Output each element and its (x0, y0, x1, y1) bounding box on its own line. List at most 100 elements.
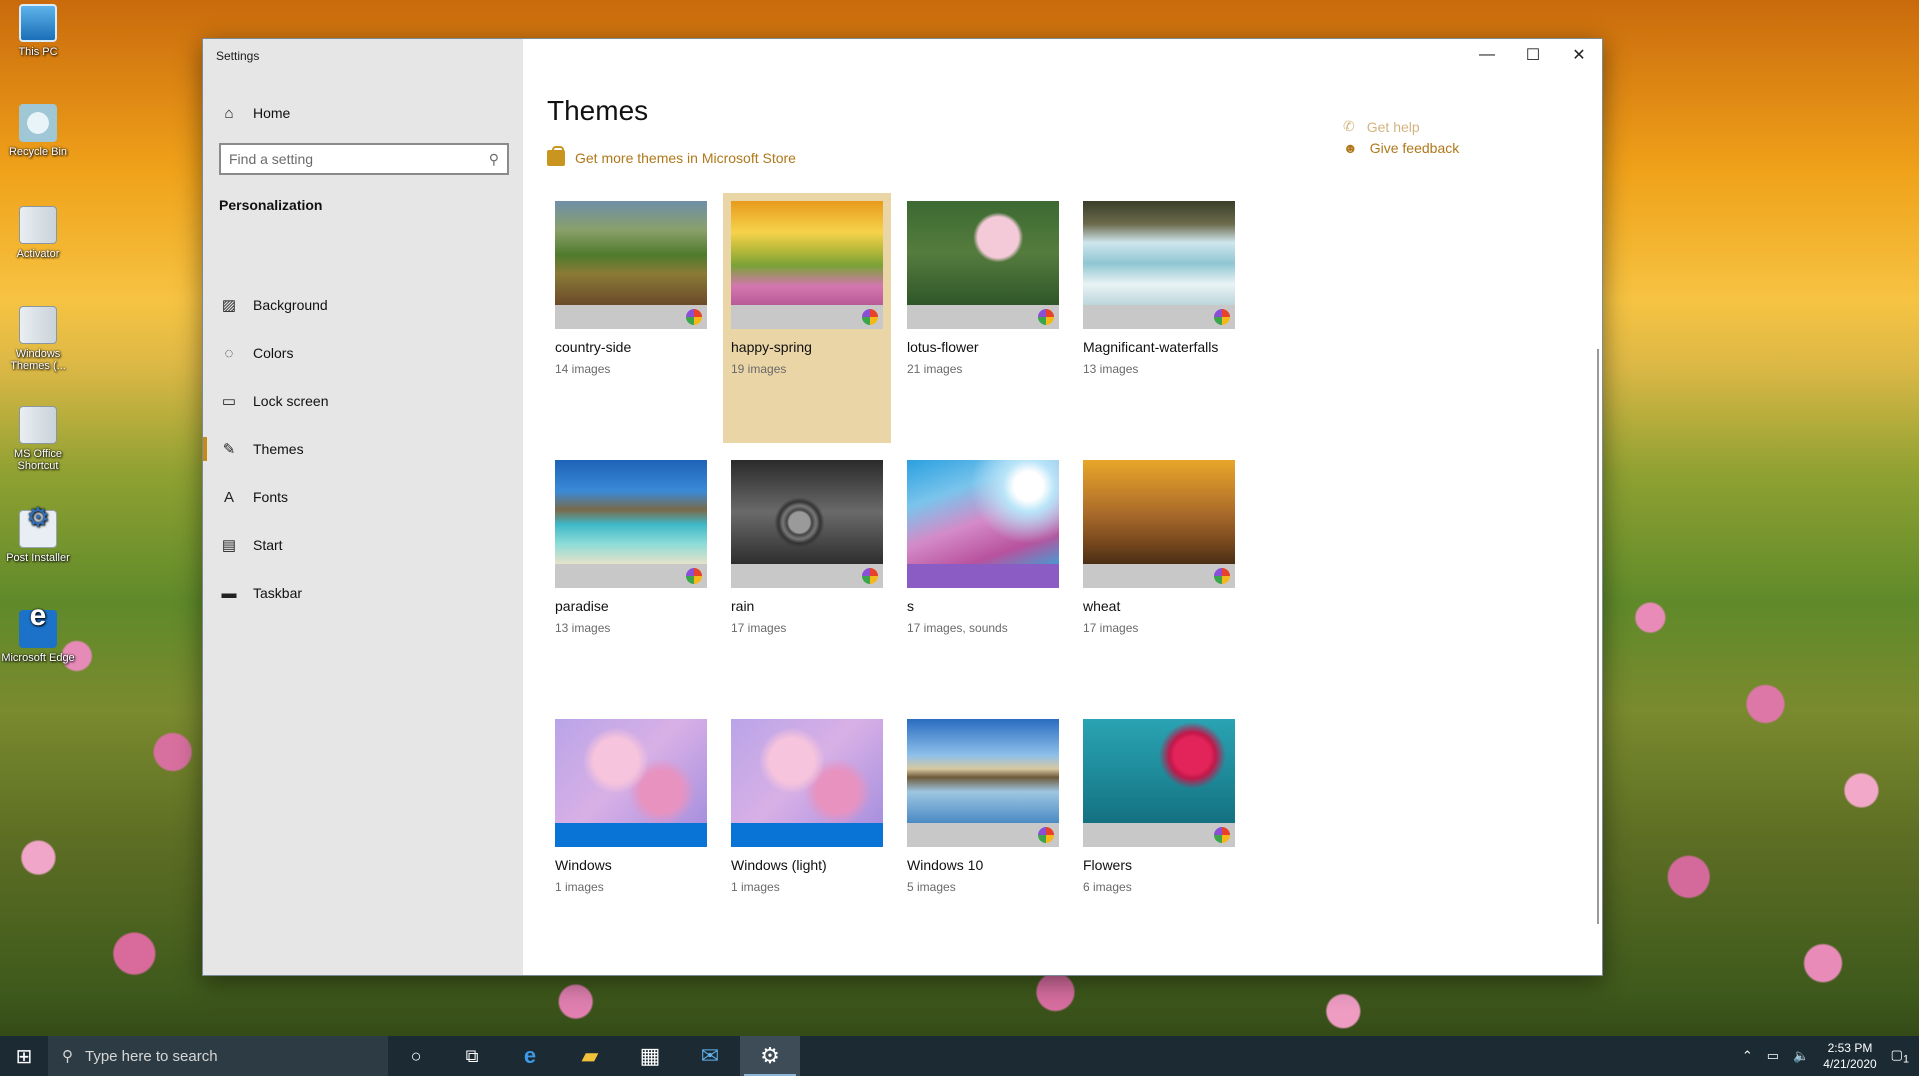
theme-preview-image (731, 460, 883, 564)
taskbar-app-mail[interactable]: ✉ (680, 1036, 740, 1076)
theme-tile[interactable]: Magnificant-waterfalls 13 images (1075, 193, 1243, 443)
theme-name: rain (731, 598, 755, 614)
desktop-icon-this-pc[interactable]: This PC (0, 4, 76, 58)
get-help-label: Get help (1366, 119, 1420, 135)
taskbar-app-edge[interactable]: e (500, 1036, 560, 1076)
cortana-button[interactable]: ○ (388, 1036, 444, 1076)
store-bag-icon (547, 146, 565, 166)
scrollbar[interactable] (1597, 349, 1599, 924)
get-help-link[interactable]: ✆ Get help (1343, 111, 1459, 135)
theme-thumbnail (1083, 719, 1235, 847)
sidebar-item-lock-screen[interactable]: ▭ Lock screen (203, 377, 523, 425)
desktop-icon-windows-themes[interactable]: Windows Themes (... (0, 306, 76, 372)
theme-tile[interactable]: Windows 1 images (547, 711, 715, 961)
sidebar-item-taskbar[interactable]: ▬ Taskbar (203, 569, 523, 617)
sidebar-item-themes[interactable]: ✎ Themes (203, 425, 523, 473)
theme-name: happy-spring (731, 339, 812, 355)
theme-grid: country-side 14 images happy-spring 19 imag… (547, 193, 1251, 970)
theme-color-bar (731, 564, 883, 588)
theme-tile[interactable]: paradise 13 images (547, 452, 715, 702)
nav-home[interactable]: ⌂ Home (219, 101, 290, 125)
theme-tile[interactable]: Windows 10 5 images (899, 711, 1067, 961)
theme-tile[interactable]: Flowers 6 images (1075, 711, 1243, 961)
chevron-up-icon[interactable]: ⌃ (1742, 1048, 1753, 1064)
sidebar-item-start[interactable]: ▤ Start (203, 521, 523, 569)
theme-image-count: 5 images (907, 880, 956, 894)
theme-name: paradise (555, 598, 609, 614)
notification-icon[interactable]: ▢1 (1891, 1047, 1909, 1066)
theme-color-bar (731, 305, 883, 329)
theme-image-count: 6 images (1083, 880, 1132, 894)
desktop-icon-label: Microsoft Edge (1, 652, 75, 664)
desktop-icon-ms-office[interactable]: MS Office Shortcut (0, 406, 76, 472)
color-wheel-icon (1038, 309, 1054, 325)
desktop-icon-activator[interactable]: Activator (0, 206, 76, 260)
file-icon (19, 306, 57, 344)
store-link[interactable]: Get more themes in Microsoft Store (547, 146, 796, 166)
color-wheel-icon (1038, 827, 1054, 843)
taskbar-search-placeholder: Type here to search (85, 1047, 218, 1065)
taskbar-app-file-explorer[interactable]: ▰ (560, 1036, 620, 1076)
clock-time: 2:53 PM (1827, 1041, 1873, 1055)
clock[interactable]: 2:53 PM 4/21/2020 (1823, 1040, 1876, 1072)
task-view-button[interactable]: ⧉ (444, 1036, 500, 1076)
theme-tile[interactable]: rain 17 images (723, 452, 891, 702)
sidebar-item-background[interactable]: ▨ Background (203, 281, 523, 329)
theme-tile[interactable]: happy-spring 19 images (723, 193, 891, 443)
folder-icon: ▰ (581, 1043, 599, 1068)
theme-name: Magnificant-waterfalls (1083, 339, 1219, 355)
theme-tile[interactable]: country-side 14 images (547, 193, 715, 443)
theme-image-count: 13 images (1083, 362, 1139, 376)
theme-image-count: 14 images (555, 362, 611, 376)
sidebar-item-label: Taskbar (253, 585, 303, 601)
feedback-icon: ☻ (1343, 140, 1358, 156)
minimize-button[interactable]: — (1464, 39, 1510, 71)
search-icon: ⚲ (488, 150, 499, 167)
network-icon[interactable]: ▭ (1767, 1048, 1779, 1064)
help-icon: ✆ (1343, 118, 1355, 134)
theme-image-count: 19 images (731, 362, 787, 376)
file-icon (19, 206, 57, 244)
nav-list: ▨ Background ◌ Colors ▭ Lock screen ✎ Th… (203, 281, 523, 617)
taskbar-search[interactable]: ⚲ Type here to search (48, 1036, 388, 1076)
desktop-icon-recycle-bin[interactable]: Recycle Bin (0, 104, 76, 158)
theme-preview-image (1083, 201, 1235, 305)
theme-preview-image (731, 201, 883, 305)
theme-tile[interactable]: wheat 17 images (1075, 452, 1243, 702)
store-icon: ▦ (639, 1043, 661, 1068)
theme-preview-image (731, 719, 883, 823)
settings-window: Settings ⌂ Home Find a setting ⚲ Persona… (202, 38, 1603, 976)
sidebar-item-label: Colors (253, 345, 294, 361)
theme-name: Windows (555, 857, 612, 873)
sidebar-item-colors[interactable]: ◌ Colors (203, 329, 523, 377)
home-icon: ⌂ (224, 104, 234, 122)
give-feedback-label: Give feedback (1369, 140, 1460, 156)
theme-color-bar (907, 564, 1059, 588)
desktop-icon-post-installer[interactable]: ⚙ Post Installer (0, 504, 76, 564)
search-setting-input[interactable]: Find a setting ⚲ (219, 143, 509, 175)
desktop-icon-edge[interactable]: e Microsoft Edge (0, 601, 76, 665)
close-button[interactable]: ✕ (1556, 39, 1602, 71)
theme-tile[interactable]: s 17 images, sounds (899, 452, 1067, 702)
theme-thumbnail (907, 460, 1059, 588)
give-feedback-link[interactable]: ☻ Give feedback (1343, 135, 1459, 161)
theme-thumbnail (555, 201, 707, 329)
theme-preview-image (907, 460, 1059, 564)
theme-thumbnail (731, 460, 883, 588)
theme-image-count: 21 images (907, 362, 963, 376)
search-icon: ⚲ (62, 1048, 73, 1065)
sidebar-item-fonts[interactable]: A Fonts (203, 473, 523, 521)
start-button[interactable]: ⊞ (0, 1036, 48, 1076)
taskbar-app-store[interactable]: ▦ (620, 1036, 680, 1076)
theme-tile[interactable]: Windows (light) 1 images (723, 711, 891, 961)
taskbar-app-settings[interactable]: ⚙ (740, 1036, 800, 1076)
volume-icon[interactable]: 🔈 (1793, 1048, 1809, 1064)
task-view-icon: ⧉ (465, 1045, 479, 1066)
theme-preview-image (907, 719, 1059, 823)
color-wheel-icon (1214, 309, 1230, 325)
theme-thumbnail (731, 201, 883, 329)
theme-color-bar (907, 823, 1059, 847)
maximize-button[interactable]: ☐ (1510, 39, 1556, 71)
theme-tile[interactable]: lotus-flower 21 images (899, 193, 1067, 443)
theme-color-bar (555, 823, 707, 847)
